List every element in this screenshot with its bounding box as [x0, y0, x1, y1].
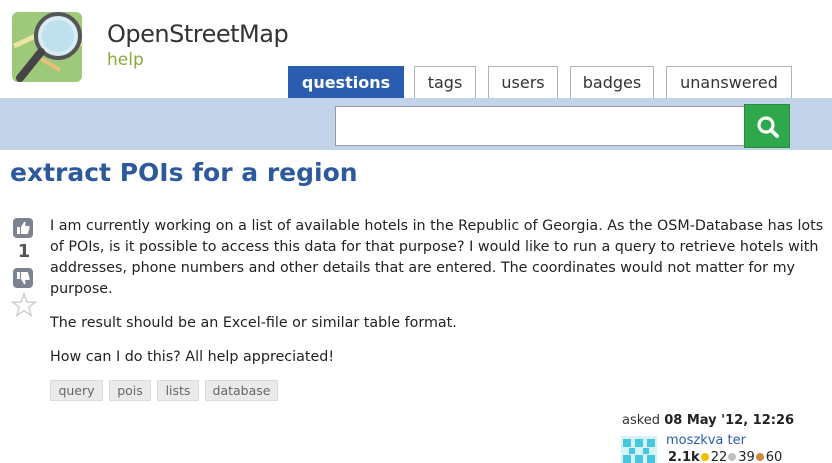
thumbs-up-icon	[17, 221, 30, 234]
tag-database[interactable]: database	[205, 380, 278, 401]
thumbs-down-icon	[17, 272, 30, 285]
asked-info: asked 08 May '12, 12:26	[622, 413, 794, 428]
site-name[interactable]: OpenStreetMap	[107, 20, 289, 48]
vote-up-button[interactable]	[13, 218, 33, 238]
bronze-badge-icon	[755, 453, 764, 461]
site-subtitle[interactable]: help	[107, 50, 144, 70]
tag-lists[interactable]: lists	[157, 380, 199, 401]
tab-badges[interactable]: badges	[570, 66, 654, 98]
user-name-link[interactable]: moszkva ter	[666, 433, 746, 448]
gold-badge-count: 22	[710, 450, 728, 463]
vote-down-button[interactable]	[13, 268, 33, 288]
silver-badge-count: 39	[738, 450, 755, 463]
osm-logo[interactable]	[10, 6, 94, 90]
tab-questions[interactable]: questions	[288, 66, 404, 98]
question-body-paragraph: How can I do this? All help appreciated!	[50, 349, 335, 365]
asked-label: asked	[622, 413, 661, 428]
gold-badge-icon	[700, 453, 709, 461]
search-button[interactable]	[744, 104, 790, 148]
tag-pois[interactable]: pois	[109, 380, 151, 401]
tag-query[interactable]: query	[50, 380, 103, 401]
karma-count: 2.1k	[668, 450, 700, 463]
silver-badge-icon	[728, 453, 737, 461]
tab-tags[interactable]: tags	[414, 66, 476, 98]
question-body-paragraph: The result should be an Excel-file or si…	[50, 315, 457, 331]
bronze-badge-count: 60	[765, 450, 783, 463]
search-icon	[757, 116, 779, 138]
user-avatar[interactable]	[621, 436, 657, 463]
question-title[interactable]: extract POIs for a region	[10, 158, 358, 187]
favorite-star-icon[interactable]	[11, 292, 37, 318]
tab-unanswered[interactable]: unanswered	[666, 66, 792, 98]
vote-count: 1	[17, 241, 31, 262]
question-body-paragraph: I am currently working on a list of avai…	[50, 218, 824, 297]
asked-date: 08 May '12, 12:26	[664, 413, 795, 428]
user-reputation: 2.1k 22 39 60	[668, 450, 782, 463]
search-input[interactable]	[335, 106, 745, 146]
tab-users[interactable]: users	[488, 66, 558, 98]
